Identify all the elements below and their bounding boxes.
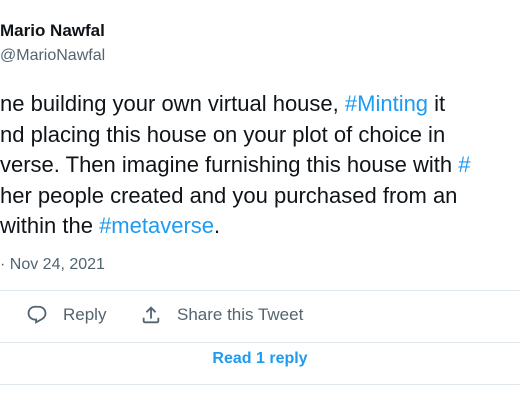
reply-icon bbox=[26, 304, 48, 326]
tweet-line-1: ne building your own virtual house, #Min… bbox=[0, 89, 520, 120]
tweet-text-segment: ne building your own virtual house, bbox=[0, 91, 345, 116]
tweet-text-segment: nd placing this house on your plot of ch… bbox=[0, 121, 446, 147]
tweet-text: ne building your own virtual house, #Min… bbox=[0, 89, 520, 242]
tweet-text-segment: verse. Then imagine furnishing this hous… bbox=[0, 152, 459, 177]
share-label: Share this Tweet bbox=[177, 305, 304, 324]
tweet-line-4: her people created and you purchased fro… bbox=[0, 181, 520, 212]
hashtag-minting[interactable]: #Minting bbox=[345, 91, 428, 116]
share-icon bbox=[140, 304, 162, 326]
read-replies-button[interactable]: Read 1 reply bbox=[0, 348, 520, 370]
tweet-action-bar: Reply Share this Tweet bbox=[0, 290, 520, 342]
tweet-text-segment: . bbox=[214, 213, 221, 238]
divider-footer bbox=[0, 384, 520, 385]
tweet-timestamp[interactable]: · Nov 24, 2021 bbox=[0, 254, 105, 276]
author-handle[interactable]: @MarioNawfal bbox=[0, 45, 105, 67]
reply-button[interactable]: Reply bbox=[26, 304, 106, 326]
author-name[interactable]: Mario Nawfal bbox=[0, 20, 105, 42]
hashtag-metaverse[interactable]: #metaverse bbox=[99, 213, 214, 238]
tweet-line-5: within the #metaverse. bbox=[0, 211, 520, 242]
tweet-text-segment: her people created and you purchased fro… bbox=[0, 182, 458, 208]
tweet-text-segment: it bbox=[428, 91, 446, 116]
divider-bottom bbox=[0, 342, 520, 343]
tweet-line-3: verse. Then imagine furnishing this hous… bbox=[0, 150, 520, 181]
reply-label: Reply bbox=[63, 305, 107, 324]
share-button[interactable]: Share this Tweet bbox=[140, 304, 303, 326]
tweet-text-segment: within the bbox=[0, 213, 100, 238]
tweet-line-2: nd placing this house on your plot of ch… bbox=[0, 120, 520, 151]
hashtag-truncated[interactable]: # bbox=[458, 152, 470, 177]
